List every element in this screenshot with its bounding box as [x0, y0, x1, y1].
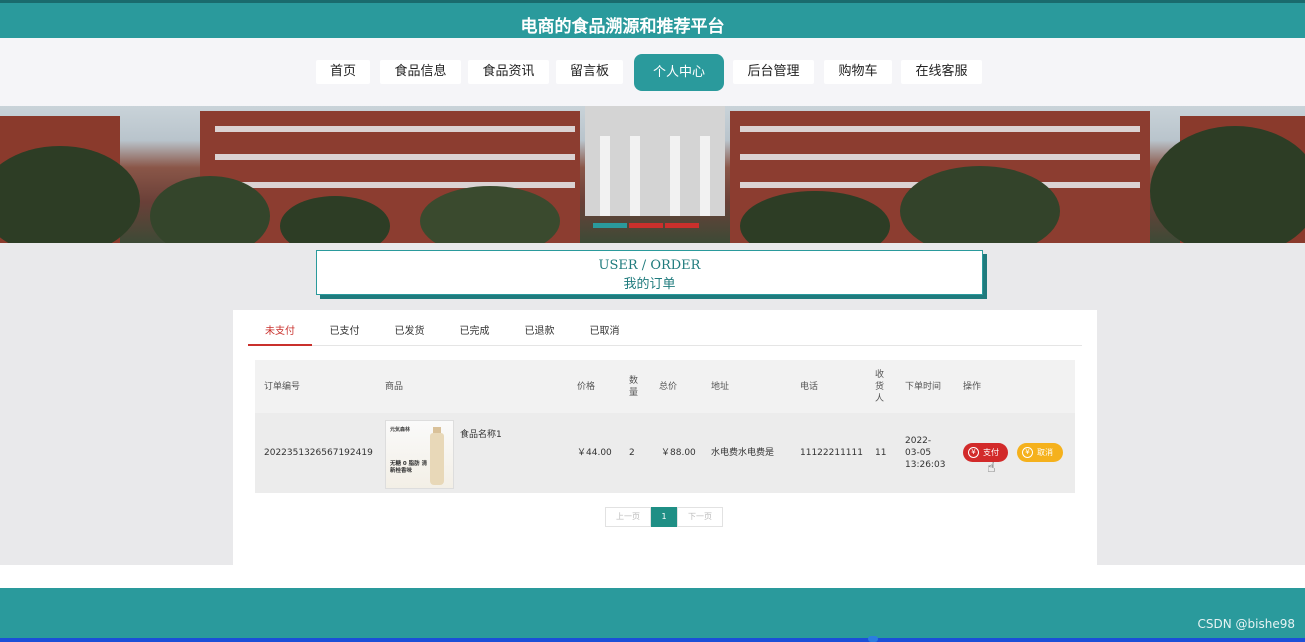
section-title-box: USER / ORDER 我的订单 [316, 250, 983, 295]
next-page-button[interactable]: 下一页 [677, 507, 723, 527]
th-address: 地址 [711, 381, 730, 392]
nav-item-food-info[interactable]: 食品信息 [380, 60, 461, 84]
nav-item-admin[interactable]: 后台管理 [733, 60, 814, 84]
th-product: 商品 [385, 381, 404, 392]
main-nav: 首页 食品信息 食品资讯 留言板 个人中心 后台管理 购物车 在线客服 [0, 38, 1305, 106]
site-footer [0, 588, 1305, 642]
carousel-dot[interactable] [629, 223, 663, 228]
nav-item-online-service[interactable]: 在线客服 [901, 60, 982, 84]
watermark: CSDN @bishe98 [1197, 617, 1296, 631]
pay-button[interactable]: ¥ 支付 [963, 443, 1008, 462]
carousel-dot[interactable] [593, 223, 627, 228]
tab-paid[interactable]: 已支付 [312, 322, 377, 346]
cell-order-no: 20223513265671924​19 [264, 448, 373, 458]
cell-phone: 11122211111 [800, 448, 863, 458]
cell-product-name: 食品名称1 [460, 430, 502, 440]
th-phone: 电话 [800, 381, 819, 392]
scrollbar-thumb[interactable] [868, 636, 878, 642]
tab-refunded[interactable]: 已退款 [507, 322, 572, 346]
nav-item-home[interactable]: 首页 [316, 60, 370, 84]
th-receiver: 收货人 [875, 369, 885, 404]
carousel-indicators [593, 223, 705, 229]
order-panel: 未支付 已支付 已发货 已完成 已退款 已取消 订单编号 商品 价格 数量 总价… [233, 310, 1097, 565]
cell-address: 水电费水电费是 [711, 448, 775, 458]
nav-item-user-center[interactable]: 个人中心 [634, 54, 724, 91]
yen-icon: ¥ [1022, 447, 1033, 458]
section-title-cn: 我的订单 [623, 277, 676, 292]
tab-shipped[interactable]: 已发货 [377, 322, 442, 346]
nav-item-message-board[interactable]: 留言板 [556, 60, 623, 84]
nav-item-cart[interactable]: 购物车 [824, 60, 892, 84]
carousel-dot[interactable] [665, 223, 699, 228]
hand-cursor-icon: ☝ [987, 460, 996, 476]
order-status-tabs: 未支付 已支付 已发货 已完成 已退款 已取消 [248, 322, 1082, 346]
cell-total: ￥88.00 [661, 448, 696, 458]
table-header: 订单编号 商品 价格 数量 总价 地址 电话 收货人 下单时间 操作 [255, 360, 1075, 413]
nav-item-food-news[interactable]: 食品资讯 [468, 60, 549, 84]
th-actions: 操作 [963, 381, 982, 392]
th-price: 价格 [577, 381, 596, 392]
horizontal-scrollbar[interactable] [0, 638, 1305, 642]
tab-completed[interactable]: 已完成 [442, 322, 507, 346]
th-order-no: 订单编号 [264, 381, 301, 392]
site-header: 电商的食品溯源和推荐平台 [0, 0, 1305, 38]
page-1-button[interactable]: 1 [651, 507, 677, 527]
order-table: 订单编号 商品 价格 数量 总价 地址 电话 收货人 下单时间 操作 20223… [255, 360, 1075, 493]
yen-icon: ¥ [968, 447, 979, 458]
section-title-en: USER / ORDER [598, 258, 701, 273]
cell-receiver: 11 [875, 448, 887, 458]
site-title: 电商的食品溯源和推荐平台 [520, 17, 725, 37]
pay-button-label: 支付 [983, 448, 999, 457]
cancel-order-button[interactable]: ¥ 取消 [1017, 443, 1063, 462]
footer-spacer [0, 565, 1305, 588]
product-image[interactable]: 元気森林 无糖 0 脂肪 清新桂香味 [385, 420, 454, 489]
cancel-button-label: 取消 [1037, 448, 1053, 457]
cell-qty: 2 [629, 448, 635, 458]
th-order-time: 下单时间 [905, 381, 942, 392]
banner-carousel[interactable] [0, 106, 1305, 243]
tab-unpaid[interactable]: 未支付 [248, 322, 312, 346]
cell-order-time: 2022-03-05 13:26:03 [905, 436, 946, 470]
prev-page-button[interactable]: 上一页 [605, 507, 651, 527]
tab-cancelled[interactable]: 已取消 [572, 322, 637, 346]
th-total: 总价 [659, 381, 678, 392]
table-row: 20223513265671924​19 元気森林 无糖 0 脂肪 清新桂香味 … [255, 413, 1075, 493]
th-qty: 数量 [629, 375, 639, 398]
cell-price: ￥44.00 [577, 448, 612, 458]
